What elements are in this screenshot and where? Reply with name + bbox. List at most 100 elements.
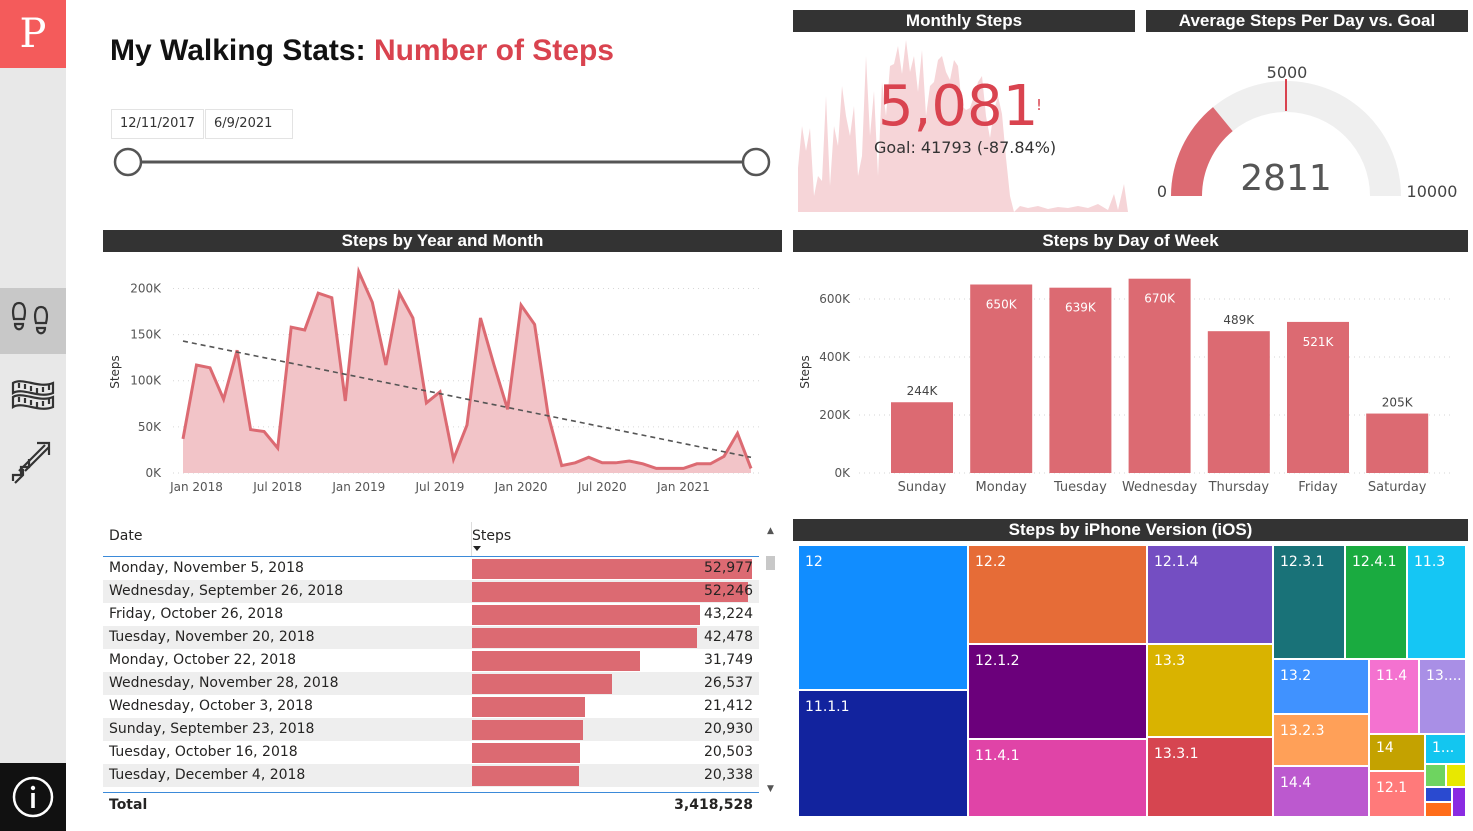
date-cell: Sunday, September 23, 2018: [109, 721, 315, 737]
measuring-tape-icon: [11, 380, 55, 410]
scroll-up-icon[interactable]: ▲: [767, 526, 774, 536]
x-tick-label: Jul 2019: [415, 480, 465, 494]
treemap-tile[interactable]: 11.4.1: [968, 739, 1147, 817]
bar-saturday[interactable]: [1366, 413, 1429, 473]
treemap-tile[interactable]: 14: [1369, 734, 1425, 771]
y-tick-label: 200K: [819, 408, 851, 422]
steps-databar: [472, 743, 581, 763]
stairs-arrow-icon: [11, 441, 51, 484]
footprints-icon: [11, 301, 49, 335]
treemap-tile[interactable]: 11.4: [1369, 659, 1419, 734]
treemap-tile[interactable]: 12.1: [1369, 771, 1425, 817]
steps-databar: [472, 628, 697, 648]
y-tick-label: 50K: [138, 420, 162, 434]
steps-databar: [472, 674, 613, 694]
info-bar: [0, 763, 66, 831]
gauge-header: Average Steps Per Day vs. Goal: [1146, 10, 1468, 32]
bar-wednesday[interactable]: [1128, 278, 1191, 473]
table-row[interactable]: Tuesday, October 16, 2018 20,503: [103, 741, 759, 764]
sort-descending-icon[interactable]: [473, 546, 481, 551]
date-range-slider[interactable]: [110, 143, 780, 183]
steps-by-day-chart: 0K 200K 400K 600K 244K Sunday 650K Monday 639K T…: [798, 278, 1453, 495]
date-cell: Tuesday, October 16, 2018: [109, 744, 298, 760]
treemap-tile[interactable]: 13.2.3: [1273, 714, 1369, 766]
column-header-steps[interactable]: Steps: [472, 528, 511, 544]
treemap-tile[interactable]: 13.3.1: [1147, 737, 1273, 817]
date-cell: Tuesday, December 4, 2018: [109, 767, 306, 783]
treemap-tile[interactable]: [1446, 764, 1466, 787]
treemap-tile[interactable]: 12.4.1: [1345, 545, 1407, 659]
treemap-tile[interactable]: 1...: [1425, 734, 1466, 764]
bar-data-label: 650K: [986, 298, 1018, 312]
slider-end-handle[interactable]: [741, 147, 771, 177]
treemap-tile[interactable]: 13.2: [1273, 659, 1369, 714]
date-cell: Friday, October 26, 2018: [109, 606, 284, 622]
page-title: My Walking Stats: Number of Steps: [110, 34, 614, 68]
treemap-tile[interactable]: 11.1.1: [798, 690, 968, 817]
top-days-table: Date Steps Monday, November 5, 2018 52,97…: [103, 522, 777, 822]
x-tick-label: Thursday: [1208, 480, 1270, 495]
nav-steps-button[interactable]: [0, 288, 66, 354]
steps-cell: 20,338: [704, 767, 753, 783]
y-tick-label: 0K: [145, 466, 162, 480]
steps-cell: 26,537: [704, 675, 753, 691]
x-tick-label: Sunday: [898, 480, 947, 495]
treemap-tile[interactable]: 12.1.4: [1147, 545, 1273, 644]
y-tick-label: 100K: [130, 374, 162, 388]
treemap-tile[interactable]: 12.2: [968, 545, 1147, 644]
bar-thursday[interactable]: [1207, 331, 1270, 473]
info-icon[interactable]: [11, 775, 55, 819]
table-row[interactable]: Tuesday, December 4, 2018 20,338: [103, 764, 759, 787]
table-row[interactable]: Friday, October 26, 2018 43,224: [103, 603, 759, 626]
date-cell: Tuesday, November 20, 2018: [109, 629, 315, 645]
table-row[interactable]: Monday, October 22, 2018 31,749: [103, 649, 759, 672]
treemap-tile[interactable]: 12: [798, 545, 968, 690]
table-row[interactable]: Wednesday, September 26, 2018 52,246: [103, 580, 759, 603]
x-tick-label: Jul 2020: [577, 480, 627, 494]
treemap-tile[interactable]: [1425, 787, 1452, 802]
table-row[interactable]: Tuesday, November 20, 2018 42,478: [103, 626, 759, 649]
treemap-tile[interactable]: 14.4: [1273, 766, 1369, 817]
bar-y-axis-label: Steps: [798, 355, 812, 389]
treemap-tile[interactable]: 12.1.2: [968, 644, 1147, 739]
table-scrollbar[interactable]: ▲ ▼: [765, 524, 777, 804]
monthly-steps-value: 5,081: [878, 74, 1039, 139]
bar-data-label: 205K: [1382, 396, 1414, 410]
title-accent: Number of Steps: [373, 34, 614, 67]
treemap-tile[interactable]: 12.3.1: [1273, 545, 1345, 659]
end-date-input[interactable]: 6/9/2021: [205, 109, 293, 139]
slider-start-handle[interactable]: [113, 147, 143, 177]
bar-monday[interactable]: [970, 284, 1033, 474]
treemap-tile[interactable]: 13....: [1419, 659, 1466, 734]
treemap-tile[interactable]: 11.3: [1407, 545, 1466, 659]
gauge-goal-label: 5000: [1267, 63, 1308, 82]
gauge-value-label: 2811: [1240, 158, 1332, 199]
column-header-date[interactable]: Date: [109, 528, 142, 544]
nav-distance-button[interactable]: [0, 362, 66, 428]
treemap-tile[interactable]: [1425, 802, 1452, 817]
treemap-tile[interactable]: [1452, 787, 1466, 817]
start-date-input[interactable]: 12/11/2017: [111, 109, 204, 139]
date-cell: Wednesday, September 26, 2018: [109, 583, 344, 599]
date-cell: Monday, October 22, 2018: [109, 652, 296, 668]
treemap-tile[interactable]: [1425, 764, 1446, 787]
table-row[interactable]: Wednesday, November 28, 2018 26,537: [103, 672, 759, 695]
average-steps-gauge: 5000 2811 0 10000: [1157, 63, 1458, 201]
total-divider: [103, 792, 759, 793]
treemap-tile[interactable]: 13.3: [1147, 644, 1273, 737]
scrollbar-thumb[interactable]: [766, 556, 775, 570]
bar-sunday[interactable]: [891, 402, 953, 473]
steps-cell: 42,478: [704, 629, 753, 645]
y-tick-label: 200K: [130, 281, 162, 295]
nav-flights-button[interactable]: [0, 428, 66, 494]
gauge-max-label: 10000: [1407, 182, 1458, 201]
bar-tuesday[interactable]: [1049, 287, 1112, 473]
date-cell: Wednesday, October 3, 2018: [109, 698, 313, 714]
table-row[interactable]: Monday, November 5, 2018 52,977: [103, 557, 759, 580]
table-row[interactable]: Sunday, September 23, 2018 20,930: [103, 718, 759, 741]
steps-databar: [472, 697, 586, 717]
area-y-axis-label: Steps: [108, 355, 122, 389]
steps-cell: 20,503: [704, 744, 753, 760]
table-row[interactable]: Wednesday, October 3, 2018 21,412: [103, 695, 759, 718]
scroll-down-icon[interactable]: ▼: [767, 784, 774, 794]
